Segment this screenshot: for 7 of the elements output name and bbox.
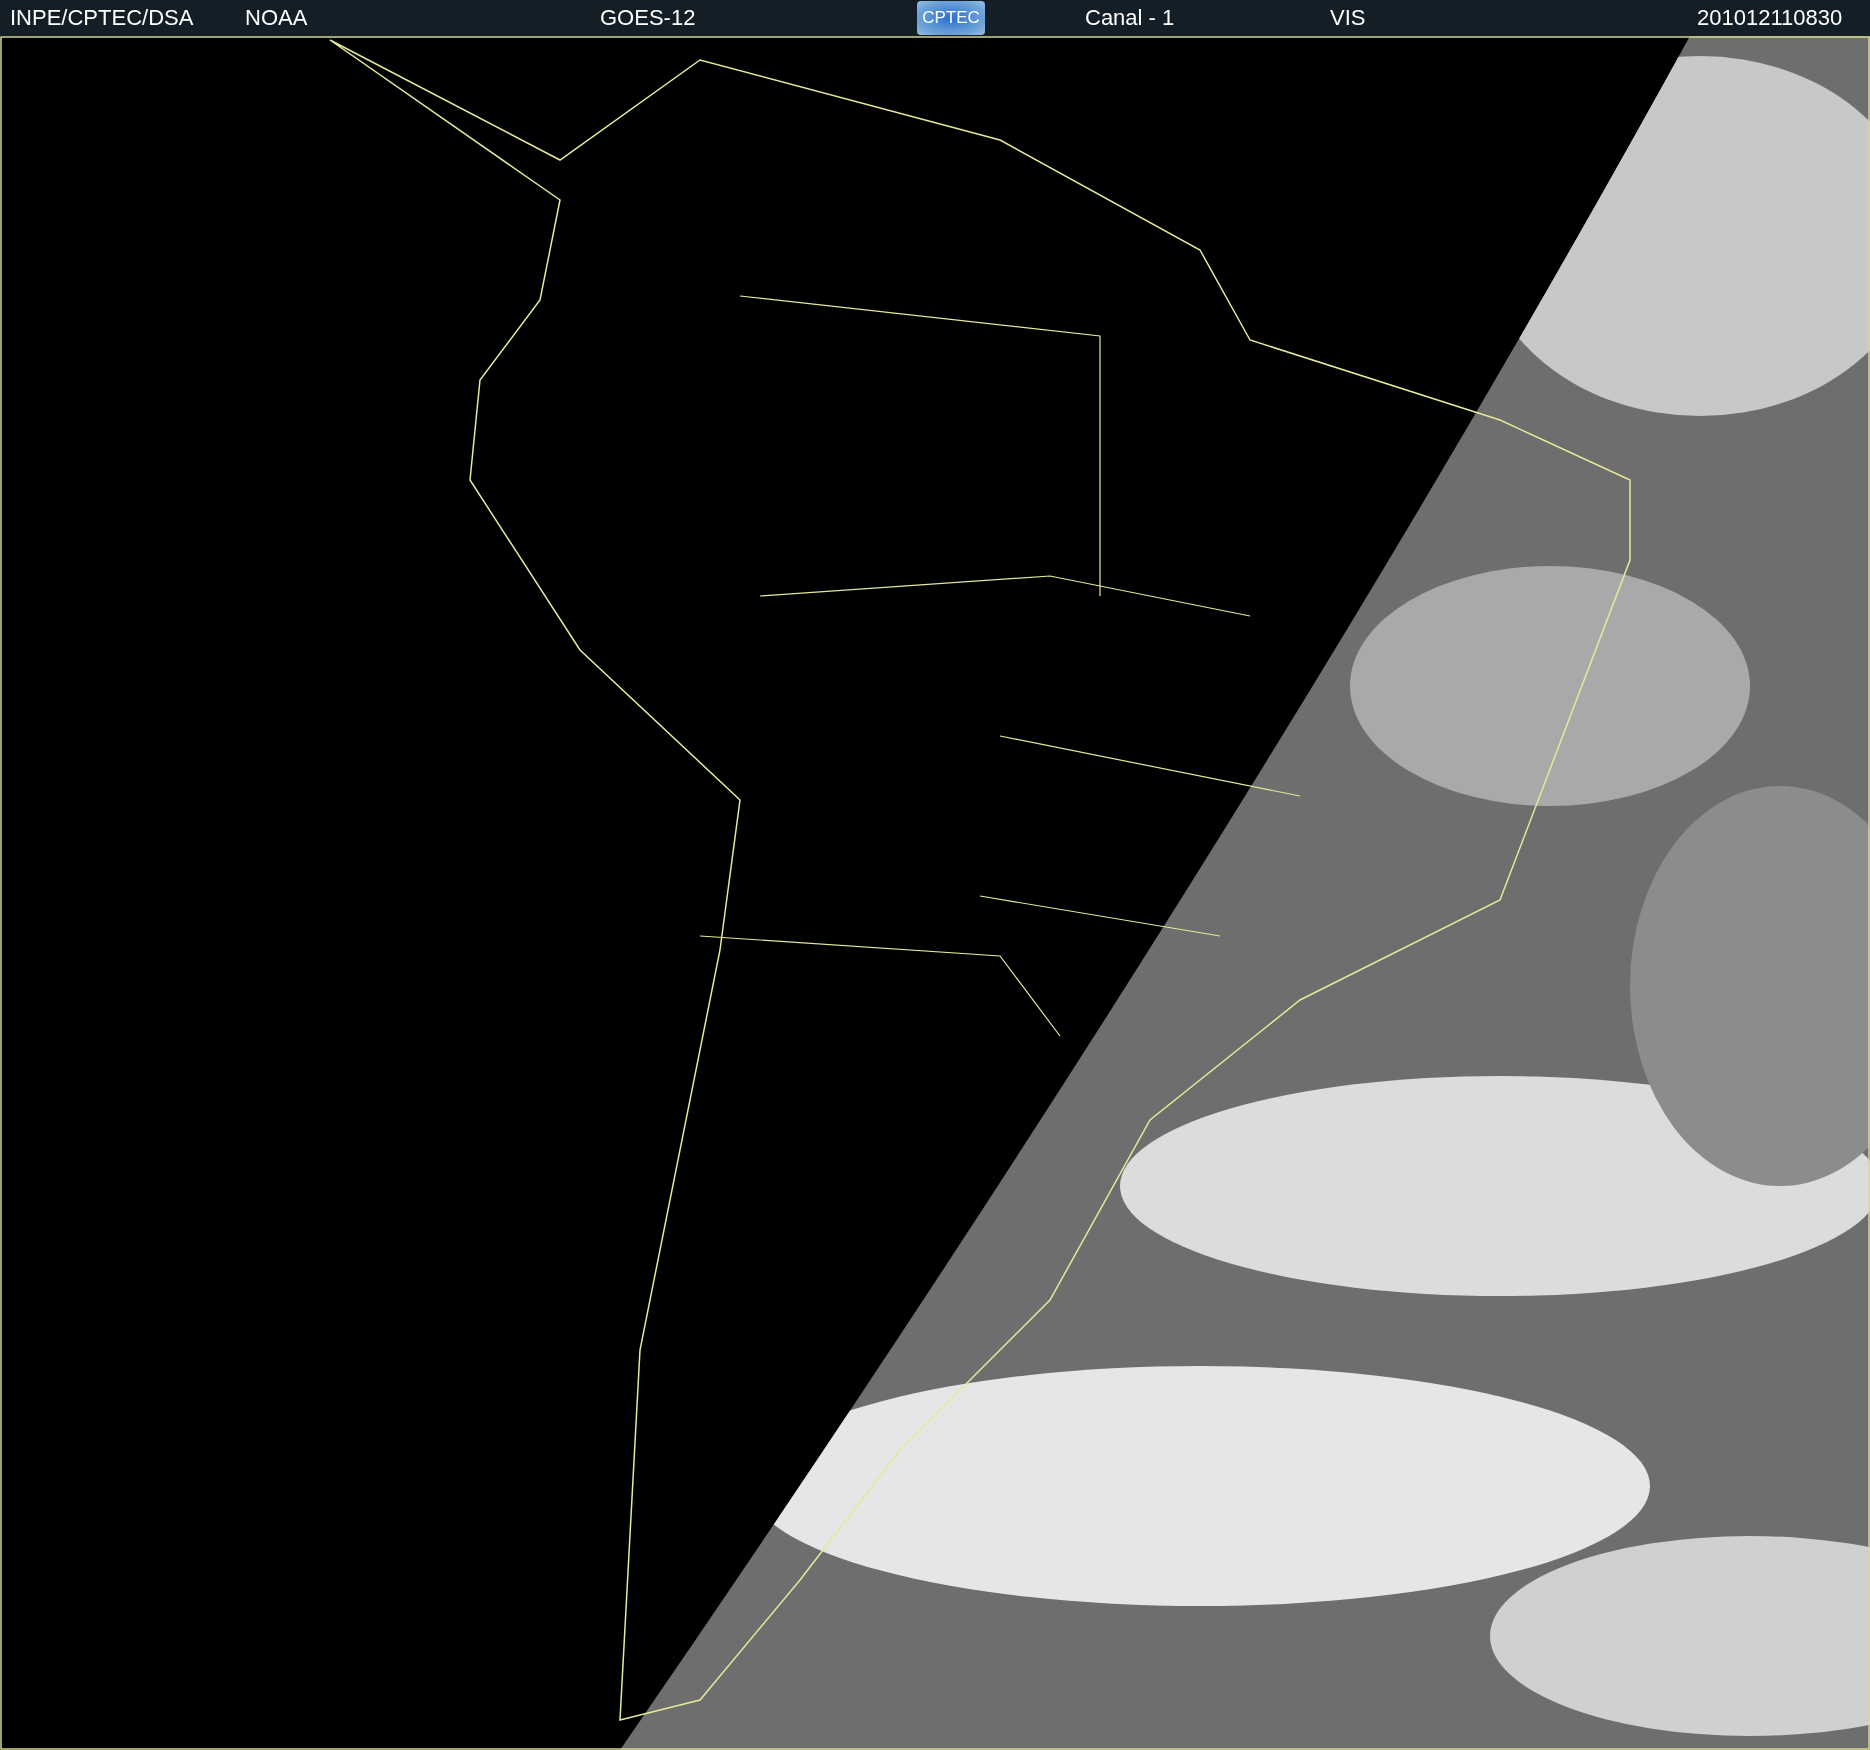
logo: CPTEC [917,1,985,35]
header-label: 201012110830 [1697,5,1843,31]
header-label: INPE/CPTEC/DSA [10,5,194,31]
header-label: GOES-12 [600,5,696,31]
header-label: Canal - 1 [1085,5,1175,31]
header-label: NOAA [245,5,308,31]
header-label: VIS [1330,5,1366,31]
